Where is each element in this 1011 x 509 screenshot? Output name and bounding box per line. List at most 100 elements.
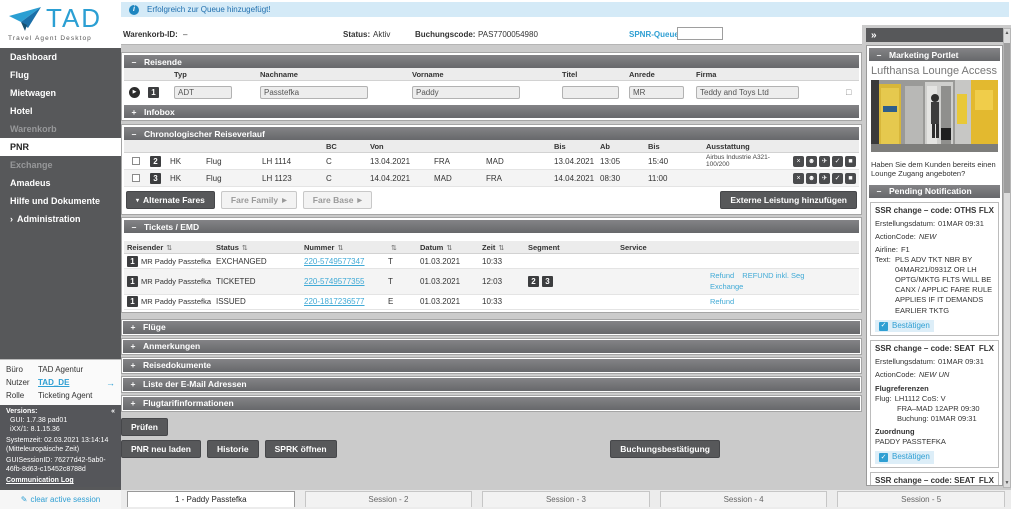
email-liste-section-header[interactable]: + Liste der E-Mail Adressen bbox=[123, 378, 860, 391]
spnr-queue-input[interactable] bbox=[677, 27, 723, 40]
vorname-field[interactable]: Paddy bbox=[412, 86, 520, 99]
sprk-oeffnen-button[interactable]: SPRK öffnen bbox=[265, 440, 337, 458]
nachname-field[interactable]: Passtefka bbox=[260, 86, 368, 99]
reisende-section-header[interactable]: – Reisende bbox=[124, 55, 859, 68]
sidebar-item-flug[interactable]: Flug bbox=[0, 66, 121, 84]
pnr-neu-laden-button[interactable]: PNR neu laden bbox=[121, 440, 201, 458]
departure-date: 13.04.2021 bbox=[370, 157, 434, 166]
exchange-link[interactable]: Exchange bbox=[710, 282, 743, 291]
infobox-section-header[interactable]: + Infobox bbox=[124, 105, 859, 118]
bestaetigen-button[interactable]: ✓ Bestätigen bbox=[875, 320, 934, 333]
sort-icon[interactable]: ⇅ bbox=[166, 245, 172, 252]
segment-checkbox[interactable] bbox=[132, 174, 140, 182]
buchungsbestaetigung-button[interactable]: Buchungsbestätigung bbox=[610, 440, 720, 458]
pending-section-title: Pending Notification bbox=[889, 186, 972, 196]
refund-inkl-seg-link[interactable]: REFUND inkl. Seg bbox=[742, 271, 804, 280]
arrival-date: 14.04.2021 bbox=[554, 174, 600, 183]
baggage-icon[interactable]: ■ bbox=[845, 156, 856, 167]
fare-family-button[interactable]: Fare Family ▶ bbox=[221, 191, 297, 209]
historie-button[interactable]: Historie bbox=[207, 440, 259, 458]
ssr-header: SSR change – code: SEAT bbox=[875, 344, 975, 355]
sort-icon[interactable]: ⇅ bbox=[337, 245, 343, 252]
passenger-icon[interactable]: ☻ bbox=[806, 173, 817, 184]
reisedokumente-panel: + Reisedokumente bbox=[121, 357, 862, 374]
sidebar-item-dashboard[interactable]: Dashboard bbox=[0, 48, 121, 66]
sort-icon[interactable]: ⇅ bbox=[242, 245, 248, 252]
logout-icon[interactable]: → bbox=[106, 378, 115, 388]
externe-leistung-button[interactable]: Externe Leistung hinzufügen bbox=[720, 191, 857, 209]
flight-info-icon[interactable]: ✈ bbox=[819, 173, 830, 184]
fare-base-button[interactable]: Fare Base ▶ bbox=[303, 191, 372, 209]
reisedokumente-section-header[interactable]: + Reisedokumente bbox=[123, 359, 860, 372]
refund-link[interactable]: Refund bbox=[710, 297, 734, 306]
sidebar-item-hotel[interactable]: Hotel bbox=[0, 102, 121, 120]
remove-icon[interactable]: × bbox=[793, 173, 804, 184]
buero-value: TAD Agentur bbox=[38, 365, 83, 374]
clear-active-session-link[interactable]: ✎ clear active session bbox=[0, 490, 121, 509]
segment-art: Flug bbox=[206, 157, 262, 166]
sort-icon[interactable]: ⇅ bbox=[446, 245, 452, 252]
flugtarif-section-header[interactable]: + Flugtarifinformationen bbox=[123, 397, 860, 410]
destination: FRA bbox=[486, 174, 554, 183]
pruefen-button[interactable]: Prüfen bbox=[121, 418, 168, 436]
ticket-number-link[interactable]: 220-1817236577 bbox=[304, 297, 388, 306]
scrollbar-thumb[interactable] bbox=[1004, 43, 1010, 193]
session-tab-5[interactable]: Session - 5 bbox=[837, 491, 1005, 507]
sidebar-item-administration[interactable]: › Administration bbox=[0, 210, 121, 228]
flight-number: LH 1114 bbox=[262, 157, 326, 166]
sort-icon[interactable]: ⇅ bbox=[391, 245, 397, 252]
anmerkungen-section-header[interactable]: + Anmerkungen bbox=[123, 340, 860, 353]
ticket-number-link[interactable]: 220-5749577347 bbox=[304, 257, 388, 266]
session-tab-1[interactable]: 1 - Paddy Passtefka bbox=[127, 491, 295, 507]
flight-info-icon[interactable]: ✈ bbox=[819, 156, 830, 167]
pending-section-header[interactable]: – Pending Notification bbox=[869, 185, 1000, 198]
fluege-panel: + Flüge bbox=[121, 319, 862, 336]
flugtarif-section-title: Flugtarifinformationen bbox=[143, 398, 234, 408]
ssr-flag: FLX bbox=[979, 206, 994, 217]
alternate-fares-button[interactable]: ▾ Alternate Fares bbox=[126, 191, 215, 209]
communication-log-link[interactable]: Communication Log bbox=[6, 477, 74, 486]
confirm-icon[interactable]: ✓ bbox=[832, 173, 843, 184]
titel-field[interactable] bbox=[562, 86, 619, 99]
scroll-down-icon[interactable]: ▼ bbox=[1004, 480, 1010, 486]
sort-icon[interactable]: ⇅ bbox=[498, 245, 504, 252]
warenkorb-label: Warenkorb-ID: bbox=[123, 30, 178, 39]
panel-expand-bar[interactable]: » bbox=[866, 28, 1003, 42]
flight-number: LH 1123 bbox=[262, 174, 326, 183]
scroll-up-icon[interactable]: ▲ bbox=[1004, 30, 1010, 36]
sidebar-item-pnr[interactable]: PNR bbox=[0, 138, 121, 156]
sidebar-item-amadeus[interactable]: Amadeus bbox=[0, 174, 121, 192]
col-typ: Typ bbox=[174, 70, 260, 79]
text-label: Text: bbox=[875, 255, 891, 316]
bestaetigen-button[interactable]: ✓ Bestätigen bbox=[875, 451, 934, 464]
fluege-section-header[interactable]: + Flüge bbox=[123, 321, 860, 334]
reiseverlauf-section-header[interactable]: – Chronologischer Reiseverlauf bbox=[124, 127, 859, 140]
ticket-number-link[interactable]: 220-5749577355 bbox=[304, 277, 388, 286]
sidebar-item-hilfe[interactable]: Hilfe und Dokumente bbox=[0, 192, 121, 210]
passenger-icon[interactable]: ☻ bbox=[806, 156, 817, 167]
nutzer-link[interactable]: TAD_DE bbox=[38, 378, 69, 387]
ssr-header: SSR change – code: OTHS bbox=[875, 206, 976, 217]
tickets-section-header[interactable]: – Tickets / EMD bbox=[124, 220, 859, 233]
logo-subtitle: Travel Agent Desktop bbox=[8, 35, 115, 42]
arrival-time: 11:00 bbox=[648, 174, 706, 183]
anrede-field[interactable]: MR bbox=[629, 86, 684, 99]
col-service: Service bbox=[620, 243, 710, 252]
marketing-section-header[interactable]: – Marketing Portlet bbox=[869, 48, 1000, 61]
session-tab-2[interactable]: Session - 2 bbox=[305, 491, 473, 507]
confirm-icon[interactable]: ✓ bbox=[832, 156, 843, 167]
segment-checkbox[interactable] bbox=[132, 157, 140, 165]
remove-icon[interactable]: × bbox=[793, 156, 804, 167]
typ-field[interactable]: ADT bbox=[174, 86, 232, 99]
session-tab-4[interactable]: Session - 4 bbox=[660, 491, 828, 507]
baggage-icon[interactable]: ■ bbox=[845, 173, 856, 184]
copy-icon[interactable]: □ bbox=[846, 87, 859, 97]
pnr-header-row: Warenkorb-ID: – Status: Aktiv Buchungsco… bbox=[121, 25, 862, 45]
sidebar-item-mietwagen[interactable]: Mietwagen bbox=[0, 84, 121, 102]
session-tab-3[interactable]: Session - 3 bbox=[482, 491, 650, 507]
refund-link[interactable]: Refund bbox=[710, 271, 734, 280]
expand-row-icon[interactable]: ▶ bbox=[129, 87, 140, 98]
firma-field[interactable]: Teddy and Toys Ltd bbox=[696, 86, 799, 99]
vertical-scrollbar[interactable]: ▲ ▼ bbox=[1003, 28, 1011, 488]
collapse-left-icon[interactable]: « bbox=[111, 408, 115, 417]
